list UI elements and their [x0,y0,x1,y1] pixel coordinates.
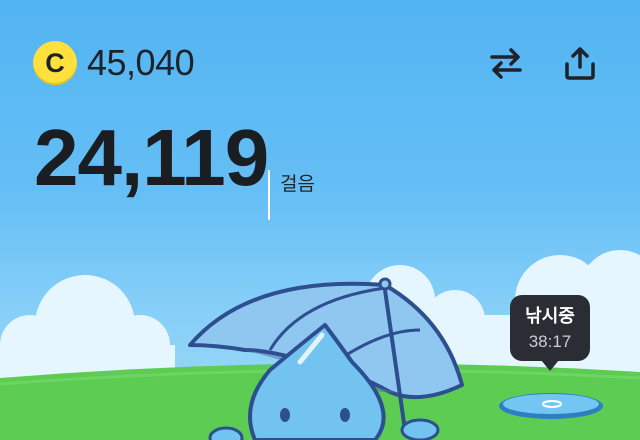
step-unit: 걸음 [280,173,315,195]
coin-icon: C [33,41,77,85]
fishing-timer: 38:17 [528,332,572,351]
swap-button[interactable] [487,44,525,82]
step-counter: 24,119 [34,110,269,206]
fishing-status-bubble[interactable]: 낚시중 38:17 [510,295,590,371]
fishing-status-label: 낚시중 [525,306,575,327]
share-button[interactable] [561,44,599,82]
coin-balance: 45,040 [87,42,195,83]
text-cursor [268,170,270,220]
swap-arrows-icon [490,48,522,79]
step-count: 24,119 [34,113,269,202]
share-upload-icon [565,47,595,80]
fishing-pond [499,393,603,419]
coin-balance-group[interactable]: C 45,040 [33,41,195,85]
